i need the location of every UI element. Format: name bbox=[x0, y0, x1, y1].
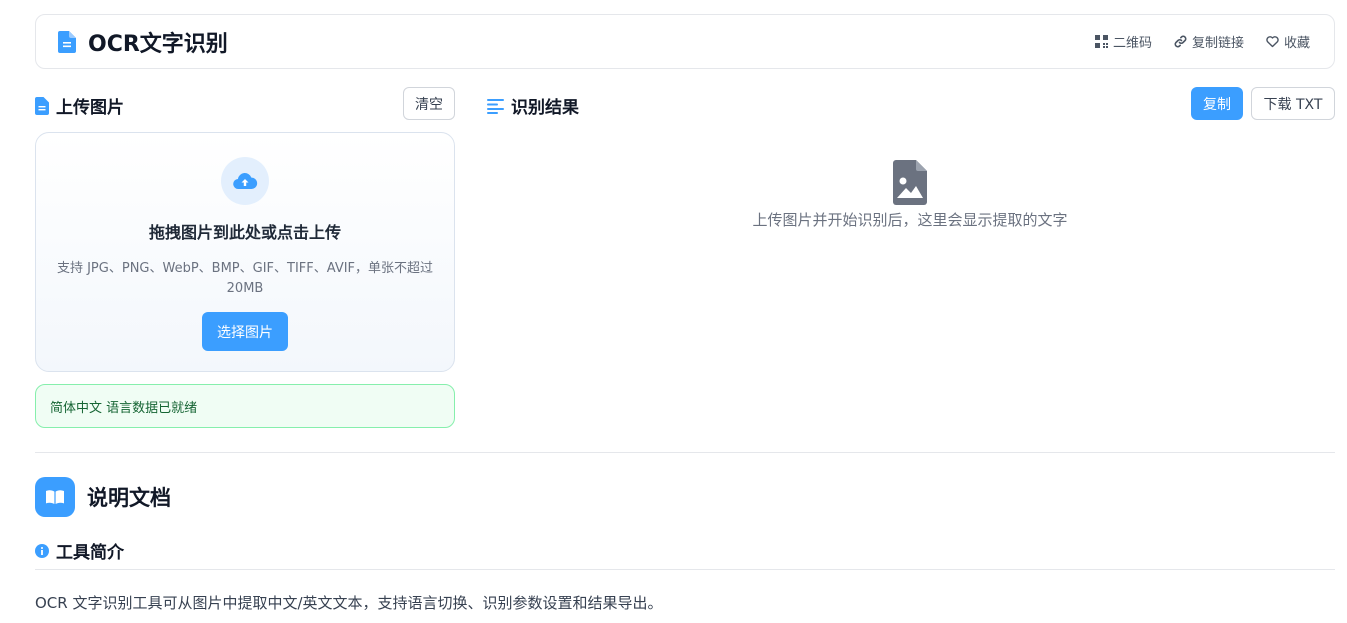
qrcode-button[interactable]: 二维码 bbox=[1094, 32, 1152, 51]
page-title: OCR文字识别 bbox=[88, 31, 228, 57]
language-status-banner: 简体中文 语言数据已就绪 bbox=[35, 384, 455, 428]
result-title: 识别结果 bbox=[511, 98, 579, 118]
result-empty-state: 上传图片并开始识别后，这里会显示提取的文字 bbox=[700, 160, 1120, 230]
section-divider bbox=[35, 452, 1335, 453]
link-icon bbox=[1174, 35, 1187, 48]
intro-title: 工具简介 bbox=[56, 543, 124, 563]
favorite-label: 收藏 bbox=[1283, 36, 1310, 51]
favorite-button[interactable]: 收藏 bbox=[1266, 32, 1310, 51]
copy-result-button[interactable]: 复制 bbox=[1191, 87, 1243, 120]
upload-dropzone[interactable]: 拖拽图片到此处或点击上传 支持 JPG、PNG、WebP、BMP、GIF、TIF… bbox=[35, 132, 455, 372]
docs-icon-badge bbox=[35, 477, 75, 517]
qrcode-icon bbox=[1094, 35, 1108, 48]
download-txt-button[interactable]: 下载 TXT bbox=[1251, 87, 1335, 120]
docs-title: 说明文档 bbox=[87, 486, 171, 510]
intro-divider bbox=[35, 569, 1335, 570]
intro-text: OCR 文字识别工具可从图片中提取中文/英文文本，支持语言切换、识别参数设置和结… bbox=[35, 594, 663, 612]
copy-link-label: 复制链接 bbox=[1191, 36, 1244, 51]
document-icon bbox=[58, 30, 76, 53]
text-lines-icon bbox=[487, 98, 504, 114]
book-open-icon bbox=[46, 490, 64, 504]
choose-image-button[interactable]: 选择图片 bbox=[202, 312, 288, 351]
document-icon bbox=[35, 96, 49, 115]
empty-state-text: 上传图片并开始识别后，这里会显示提取的文字 bbox=[752, 211, 1068, 229]
dropzone-title: 拖拽图片到此处或点击上传 bbox=[148, 223, 341, 242]
dropzone-description: 支持 JPG、PNG、WebP、BMP、GIF、TIFF、AVIF，单张不超过 … bbox=[56, 261, 434, 296]
image-file-icon bbox=[893, 160, 927, 205]
heart-icon bbox=[1266, 36, 1279, 48]
copy-link-button[interactable]: 复制链接 bbox=[1174, 32, 1244, 51]
info-icon bbox=[35, 543, 49, 558]
upload-icon-badge bbox=[221, 157, 269, 205]
header-actions: 二维码 复制链接 收藏 bbox=[1094, 32, 1310, 51]
qrcode-label: 二维码 bbox=[1112, 36, 1152, 51]
docs-header: 说明文档 bbox=[35, 477, 171, 517]
intro-header: 工具简介 bbox=[35, 538, 124, 563]
cloud-upload-icon bbox=[233, 173, 258, 190]
app-header: OCR文字识别 二维码 复制链接 收藏 bbox=[35, 14, 1335, 69]
clear-button[interactable]: 清空 bbox=[403, 87, 455, 120]
upload-section-header: 上传图片 bbox=[35, 93, 124, 118]
result-section-header: 识别结果 bbox=[487, 93, 579, 118]
upload-title: 上传图片 bbox=[56, 98, 124, 118]
